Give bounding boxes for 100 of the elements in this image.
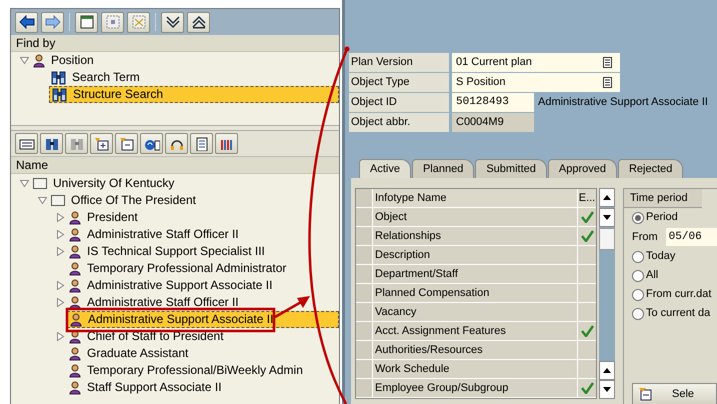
window-icon [78, 15, 94, 29]
list-icon [603, 76, 612, 88]
arrow-down-icon [603, 387, 611, 392]
dropdown-field[interactable]: 01 Current plan [452, 52, 620, 72]
expand-triangle-icon[interactable] [56, 230, 64, 239]
expand-all-button[interactable] [161, 12, 184, 32]
column-header: Infotype Name [373, 189, 578, 207]
person-icon [69, 262, 81, 276]
arrow-up-icon [603, 368, 611, 373]
expand-triangle-icon[interactable] [56, 332, 64, 341]
table-cell: Work Schedule [373, 360, 578, 378]
tab[interactable]: Planned [412, 159, 474, 178]
table-cell: Authorities/Resources [373, 341, 578, 359]
person-icon [69, 228, 81, 242]
toolbar-button[interactable] [165, 133, 188, 154]
column-header: Find by [11, 35, 339, 52]
tab[interactable]: Submitted [475, 159, 547, 178]
table-cell: Planned Compensation [373, 284, 578, 302]
binoculars-icon [44, 136, 60, 150]
table-cell: Description [373, 246, 578, 264]
radio-button[interactable] [632, 250, 644, 262]
scroll-thumb[interactable] [599, 228, 615, 250]
table-cell: Relationships [373, 227, 578, 245]
table-icon [194, 136, 210, 150]
tree-item[interactable]: Temporary Professional/BiWeekly Admin [85, 363, 305, 378]
radio-label: Today [646, 249, 676, 264]
tree-item[interactable]: Position [49, 53, 96, 68]
arrow-down-icon [603, 215, 611, 220]
expand-triangle-icon[interactable] [56, 247, 64, 256]
collapse-triangle-icon[interactable] [20, 56, 28, 65]
minus-box-icon [118, 136, 134, 150]
back-button[interactable] [15, 12, 38, 32]
date-field[interactable]: 05/06 [666, 228, 717, 246]
radio-label: Period [646, 210, 678, 226]
tree-item[interactable]: Staff Support Associate II [85, 380, 224, 395]
tab[interactable]: Active [359, 159, 411, 178]
person-icon [70, 312, 82, 326]
column-header: Name [11, 157, 339, 174]
binoculars-icon [68, 136, 84, 150]
field-label: Plan Version [349, 52, 449, 72]
toolbar-button[interactable] [75, 12, 98, 32]
table-cell: Vacancy [373, 303, 578, 321]
column-header: E... [578, 189, 596, 207]
radio-button[interactable] [632, 212, 644, 224]
collapse-triangle-icon[interactable] [20, 179, 28, 188]
radio-label: All [646, 268, 658, 284]
find-button[interactable] [40, 133, 63, 154]
tree-item[interactable]: Administrative Staff Officer II [85, 227, 241, 242]
toolbar-button[interactable] [190, 133, 213, 154]
expand-triangle-icon[interactable] [56, 213, 64, 222]
collapse-triangle-icon[interactable] [38, 196, 46, 205]
radio-button[interactable] [632, 270, 644, 282]
table-cell: Acct. Assignment Features [373, 322, 578, 340]
tree-item[interactable]: Office Of The President [69, 193, 198, 208]
table-cell: Object [373, 208, 578, 226]
tree-item[interactable]: Search Term [70, 70, 142, 85]
toolbar-button[interactable] [140, 133, 163, 154]
folder-outline-icon [51, 195, 65, 206]
expand-triangle-icon[interactable] [56, 298, 64, 307]
window-icon [130, 15, 146, 29]
arrow-left-icon [18, 15, 34, 29]
input-field: C0004M9 [452, 112, 534, 132]
person-icon [69, 330, 81, 344]
toolbar-button[interactable] [115, 133, 138, 154]
person-icon [33, 54, 45, 68]
person-icon [69, 210, 81, 224]
tree-item[interactable]: Temporary Professional Administrator [85, 261, 288, 276]
tree-item[interactable]: Graduate Assistant [85, 346, 190, 361]
toolbar-button[interactable] [15, 133, 38, 154]
binoculars-icon [52, 88, 67, 102]
scrollbar[interactable] [599, 188, 615, 399]
collapse-all-button[interactable] [187, 12, 210, 32]
person-icon [69, 346, 81, 360]
tab[interactable]: Approved [548, 159, 617, 178]
tree-item[interactable]: Chief of Staff to President [85, 329, 226, 344]
tree-item[interactable]: University Of Kentucky [51, 176, 176, 191]
dropdown-field[interactable]: S Position [452, 72, 620, 92]
list-icon [18, 136, 34, 150]
toolbar-button[interactable] [90, 133, 113, 154]
tree-item[interactable]: President [85, 210, 140, 225]
tree-item[interactable]: Administrative Support Associate II [85, 278, 274, 293]
input-field[interactable]: 50128493 [452, 92, 534, 112]
field-label: From [632, 230, 658, 245]
forward-button[interactable] [41, 12, 64, 32]
tree-item[interactable]: Administrative Staff Officer II [85, 295, 241, 310]
radio-button[interactable] [632, 288, 644, 300]
arrow-up-icon [603, 195, 611, 200]
tab[interactable]: Rejected [618, 159, 684, 178]
arrow-right-icon [44, 15, 60, 29]
plus-box-icon [94, 136, 110, 150]
field-label: Object ID [349, 92, 449, 112]
field-label: Object Type [349, 72, 449, 92]
field-label: Object abbr. [349, 112, 449, 132]
person-icon [69, 244, 81, 258]
select-button[interactable]: Sele [632, 383, 717, 404]
person-icon [69, 296, 81, 310]
expand-triangle-icon[interactable] [56, 281, 64, 290]
tree-item[interactable]: IS Technical Support Specialist III [85, 244, 267, 259]
radio-button[interactable] [632, 308, 644, 320]
select-icon [639, 388, 652, 400]
